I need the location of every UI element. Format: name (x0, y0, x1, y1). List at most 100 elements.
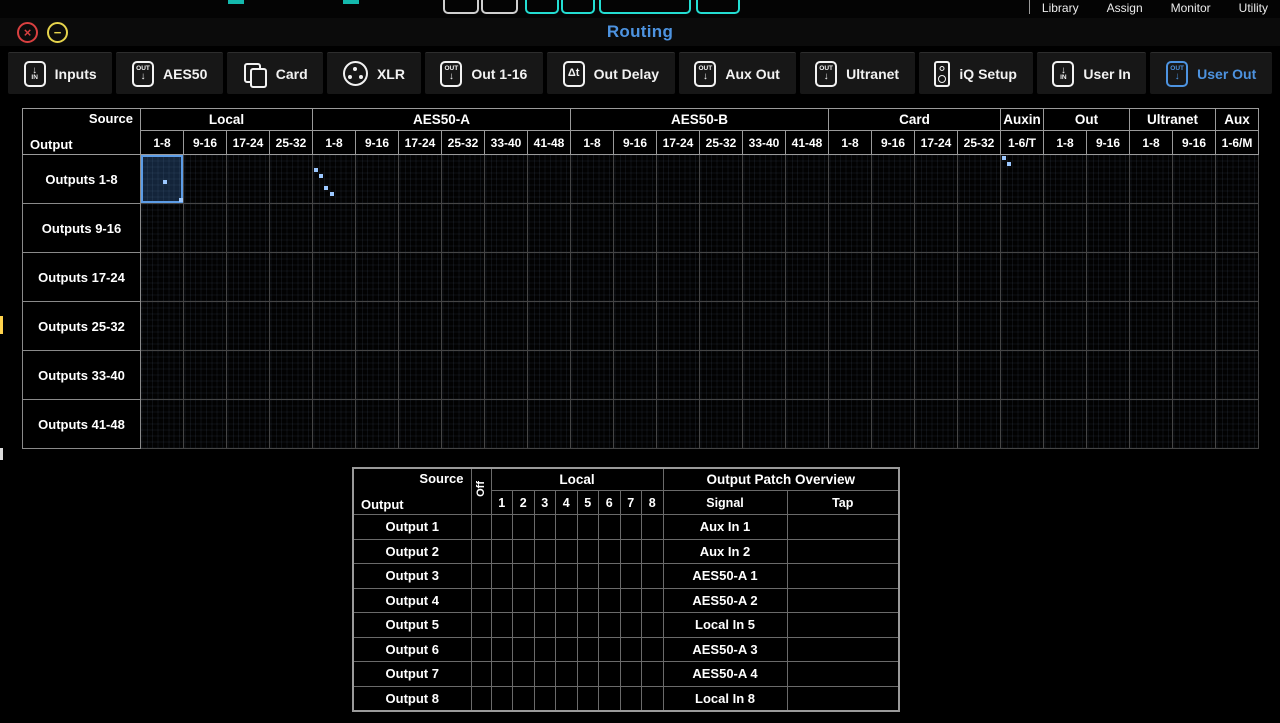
overview-patch-cell[interactable] (512, 636, 535, 662)
overview-patch-cell[interactable] (641, 514, 664, 540)
matrix-cell[interactable] (269, 350, 313, 400)
overview-patch-cell[interactable] (512, 514, 535, 540)
matrix-cell[interactable] (441, 154, 485, 204)
menu-item-library[interactable]: Library (1042, 1, 1079, 15)
matrix-cell[interactable] (1129, 203, 1173, 253)
overview-off-cell[interactable] (470, 587, 492, 613)
overview-patch-cell[interactable] (598, 636, 621, 662)
matrix-cell[interactable] (398, 350, 442, 400)
overview-patch-cell[interactable] (619, 538, 642, 564)
matrix-cell[interactable] (871, 154, 915, 204)
tab-out-delay[interactable]: Δt Out Delay (547, 52, 675, 94)
overview-patch-cell[interactable] (533, 636, 556, 662)
matrix-cell[interactable] (699, 203, 743, 253)
matrix-cell[interactable] (441, 203, 485, 253)
matrix-cell[interactable] (1129, 350, 1173, 400)
overview-patch-cell[interactable] (555, 636, 578, 662)
overview-patch-cell[interactable] (619, 661, 642, 687)
matrix-cell[interactable] (269, 203, 313, 253)
matrix-cell[interactable] (269, 399, 313, 449)
overview-patch-cell[interactable] (641, 563, 664, 589)
matrix-cell[interactable] (355, 252, 399, 302)
menu-item-assign[interactable]: Assign (1107, 1, 1143, 15)
matrix-cell[interactable] (613, 399, 657, 449)
matrix-cell[interactable] (828, 154, 872, 204)
menu-item-utility[interactable]: Utility (1239, 1, 1268, 15)
overview-off-cell[interactable] (470, 685, 492, 711)
matrix-cell[interactable] (226, 350, 270, 400)
matrix-cell[interactable] (1215, 301, 1259, 351)
matrix-cell[interactable] (871, 399, 915, 449)
matrix-cell[interactable] (226, 399, 270, 449)
matrix-cell[interactable] (1172, 252, 1216, 302)
matrix-cell[interactable] (656, 301, 700, 351)
overview-patch-cell[interactable] (512, 612, 535, 638)
matrix-cell[interactable] (484, 301, 528, 351)
matrix-cell[interactable] (484, 154, 528, 204)
overview-patch-cell[interactable] (576, 538, 599, 564)
matrix-cell[interactable] (527, 203, 571, 253)
matrix-cell[interactable] (183, 301, 227, 351)
overview-patch-cell[interactable] (490, 661, 513, 687)
matrix-cell[interactable] (742, 350, 786, 400)
matrix-cell[interactable] (226, 252, 270, 302)
matrix-cell[interactable] (570, 399, 614, 449)
overview-patch-cell[interactable] (641, 661, 664, 687)
matrix-cell[interactable] (1043, 154, 1087, 204)
matrix-cell[interactable] (1129, 252, 1173, 302)
overview-patch-cell[interactable] (555, 612, 578, 638)
overview-patch-cell[interactable] (555, 538, 578, 564)
matrix-cell[interactable] (140, 252, 184, 302)
matrix-cell[interactable] (914, 154, 958, 204)
matrix-cell[interactable] (914, 252, 958, 302)
matrix-cell[interactable] (570, 350, 614, 400)
matrix-cell[interactable] (269, 154, 313, 204)
overview-patch-cell[interactable] (641, 612, 664, 638)
matrix-cell[interactable] (269, 301, 313, 351)
overview-patch-cell[interactable] (641, 587, 664, 613)
overview-patch-cell[interactable] (641, 636, 664, 662)
matrix-cell[interactable] (312, 399, 356, 449)
overview-patch-cell[interactable] (576, 685, 599, 711)
overview-patch-cell[interactable] (555, 685, 578, 711)
matrix-cell[interactable] (1129, 301, 1173, 351)
matrix-cell[interactable] (957, 301, 1001, 351)
overview-off-cell[interactable] (470, 612, 492, 638)
overview-off-cell[interactable] (470, 514, 492, 540)
tab-iq-setup[interactable]: iQ Setup (918, 52, 1033, 94)
matrix-cell[interactable] (656, 154, 700, 204)
matrix-cell[interactable] (871, 203, 915, 253)
overview-patch-cell[interactable] (533, 661, 556, 687)
overview-patch-cell[interactable] (576, 612, 599, 638)
matrix-cell[interactable] (1215, 252, 1259, 302)
overview-patch-cell[interactable] (490, 538, 513, 564)
overview-off-cell[interactable] (470, 563, 492, 589)
matrix-cell[interactable] (1172, 399, 1216, 449)
matrix-cell[interactable] (140, 301, 184, 351)
overview-patch-cell[interactable] (576, 636, 599, 662)
matrix-cell[interactable] (871, 252, 915, 302)
matrix-cell[interactable] (484, 399, 528, 449)
overview-patch-cell[interactable] (555, 661, 578, 687)
tab-xlr[interactable]: XLR (327, 52, 421, 94)
overview-patch-cell[interactable] (619, 563, 642, 589)
matrix-cell[interactable] (570, 203, 614, 253)
matrix-cell[interactable] (183, 399, 227, 449)
overview-patch-cell[interactable] (598, 612, 621, 638)
matrix-cell[interactable] (1043, 252, 1087, 302)
matrix-cell[interactable] (527, 350, 571, 400)
overview-patch-cell[interactable] (555, 587, 578, 613)
overview-patch-cell[interactable] (490, 612, 513, 638)
matrix-cell[interactable] (656, 203, 700, 253)
matrix-cell[interactable] (957, 399, 1001, 449)
matrix-cell[interactable] (527, 399, 571, 449)
overview-off-cell[interactable] (470, 538, 492, 564)
matrix-cell[interactable] (914, 301, 958, 351)
overview-patch-cell[interactable] (512, 685, 535, 711)
tab-ultranet[interactable]: OUT ↓ Ultranet (799, 52, 915, 94)
matrix-cell[interactable] (1086, 350, 1130, 400)
matrix-cell[interactable] (1000, 203, 1044, 253)
matrix-cell[interactable] (355, 399, 399, 449)
overview-patch-cell[interactable] (490, 636, 513, 662)
matrix-cell[interactable] (269, 252, 313, 302)
